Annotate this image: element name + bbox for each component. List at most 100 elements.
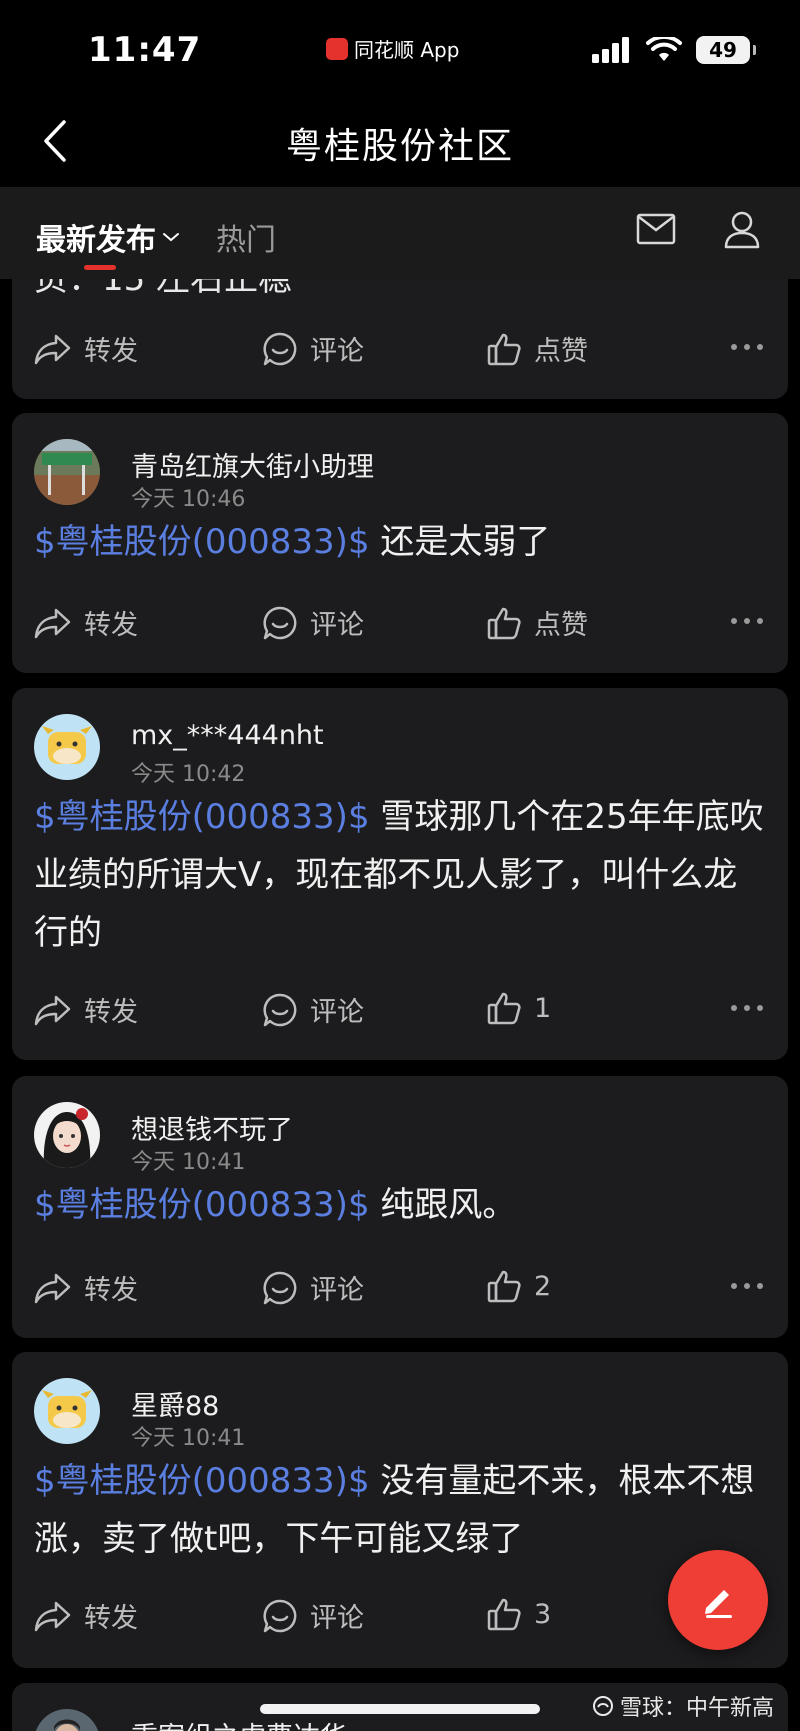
post-author-row[interactable]: 星爵88 今天 10:41 [34, 1378, 734, 1451]
avatar[interactable] [34, 1378, 100, 1444]
post-text: 还是太弱了 [369, 522, 551, 562]
post-card[interactable]: 贞：15 左右止稳 转发 评论 点赞 [12, 279, 788, 399]
profile-button[interactable] [722, 209, 766, 253]
post-body[interactable]: $粤桂股份(000833)$ 没有量起不来，根本不想涨，卖了做t吧，下午可能又绿… [34, 1452, 766, 1568]
post-body[interactable]: $粤桂股份(000833)$ 纯跟风。 [34, 1176, 766, 1234]
like-label: 点赞 [534, 336, 588, 367]
tab-bar: 最新发布 热门 [0, 187, 800, 279]
battery-indicator: 49 [696, 36, 756, 64]
author-name[interactable]: 重案组之虎曹达华 [131, 1715, 347, 1731]
tab-latest[interactable]: 最新发布 [36, 215, 180, 259]
stock-tag-link[interactable]: $粤桂股份(000833)$ [34, 522, 370, 562]
status-time: 11:47 [88, 30, 202, 70]
share-icon [34, 1273, 71, 1303]
more-icon[interactable] [730, 1004, 764, 1012]
more-icon[interactable] [730, 617, 764, 625]
post-body[interactable]: $粤桂股份(000833)$ 还是太弱了 [34, 513, 766, 571]
like-button[interactable]: 点赞 [486, 329, 588, 368]
more-icon[interactable] [730, 343, 764, 351]
post-card[interactable]: 青岛红旗大街小助理 今天 10:46 $粤桂股份(000833)$ 还是太弱了 … [12, 413, 788, 673]
author-name[interactable]: mx_***444nht [131, 720, 324, 751]
user-icon [724, 211, 760, 249]
stock-tag-link[interactable]: $粤桂股份(000833)$ [34, 1461, 370, 1501]
xueqiu-logo-icon [592, 1696, 613, 1716]
home-indicator[interactable] [260, 1704, 540, 1714]
like-button[interactable]: 点赞 [486, 603, 588, 642]
comment-button[interactable]: 评论 [262, 990, 364, 1029]
author-name[interactable]: 星爵88 [131, 1384, 219, 1423]
comment-label: 评论 [310, 997, 364, 1028]
comment-label: 评论 [310, 1275, 364, 1306]
post-actions: 转发 评论 2 [12, 1260, 788, 1316]
avatar[interactable] [34, 714, 100, 780]
like-button[interactable]: 2 [486, 1268, 551, 1304]
author-name[interactable]: 想退钱不玩了 [131, 1108, 293, 1147]
thumbs-up-icon [487, 1598, 521, 1631]
wifi-icon [646, 37, 682, 61]
tab-active-indicator [84, 265, 116, 270]
like-button[interactable]: 3 [486, 1596, 551, 1632]
post-author-row[interactable]: mx_***444nht 今天 10:42 [34, 714, 734, 787]
stock-tag-link[interactable]: $粤桂股份(000833)$ [34, 1185, 370, 1225]
post-time: 今天 10:42 [131, 762, 246, 787]
signal-icon [592, 37, 629, 63]
comment-button[interactable]: 评论 [262, 1268, 364, 1307]
post-body[interactable]: $粤桂股份(000833)$ 雪球那几个在25年年底吹业绩的所谓大V，现在都不见… [34, 788, 766, 962]
share-button[interactable]: 转发 [34, 1596, 138, 1635]
post-actions: 转发 评论 点赞 [12, 595, 788, 651]
post-card[interactable]: mx_***444nht 今天 10:42 $粤桂股份(000833)$ 雪球那… [12, 688, 788, 1060]
post-author-row[interactable]: 青岛红旗大街小助理 今天 10:46 [34, 439, 734, 512]
share-icon [34, 334, 71, 364]
stock-tag-link[interactable]: $粤桂股份(000833)$ [34, 797, 370, 837]
post-actions: 转发 评论 1 [12, 982, 788, 1038]
author-name[interactable]: 青岛红旗大街小助理 [131, 445, 374, 484]
thumbs-up-icon [487, 333, 521, 365]
share-button[interactable]: 转发 [34, 990, 138, 1029]
status-app-indicator[interactable]: 同花顺 App [326, 34, 459, 63]
share-button[interactable]: 转发 [34, 1268, 138, 1307]
comment-label: 评论 [310, 336, 364, 367]
comment-label: 评论 [310, 610, 364, 641]
edit-pencil-icon [705, 1590, 732, 1618]
post-author-row[interactable]: 想退钱不玩了 今天 10:41 [34, 1102, 734, 1175]
comment-button[interactable]: 评论 [262, 1596, 364, 1635]
thumbs-up-icon [487, 1270, 521, 1303]
comment-button[interactable]: 评论 [262, 603, 364, 642]
post-feed[interactable]: 贞：15 左右止稳 转发 评论 点赞 青岛红旗大街小助理 今天 10:46 $粤… [0, 279, 800, 1731]
share-label: 转发 [84, 1603, 138, 1634]
like-count: 点赞 [534, 610, 588, 641]
post-body-partial: 贞：15 左右止稳 [34, 279, 293, 299]
app-logo-icon [326, 37, 348, 60]
like-button[interactable]: 1 [486, 990, 551, 1026]
comment-icon [263, 993, 297, 1026]
watermark-text: 雪球：中午新高 [619, 1696, 774, 1721]
post-actions: 转发 评论 点赞 [12, 321, 788, 377]
share-button[interactable]: 转发 [34, 329, 138, 368]
watermark: 雪球：中午新高 [592, 1690, 774, 1722]
post-time: 今天 10:41 [131, 1426, 246, 1451]
nav-bar: 粤桂股份社区 [0, 95, 800, 187]
post-card[interactable]: 想退钱不玩了 今天 10:41 $粤桂股份(000833)$ 纯跟风。 转发 评… [12, 1076, 788, 1338]
battery-level: 49 [709, 38, 737, 62]
share-icon [34, 608, 71, 638]
avatar[interactable] [34, 1709, 100, 1731]
tab-hot[interactable]: 热门 [216, 215, 276, 259]
share-button[interactable]: 转发 [34, 603, 138, 642]
share-label: 转发 [84, 1275, 138, 1306]
avatar[interactable] [34, 1102, 100, 1168]
comment-button[interactable]: 评论 [262, 329, 364, 368]
messages-button[interactable] [636, 213, 680, 253]
post-time: 今天 10:41 [131, 1150, 246, 1175]
like-count: 2 [534, 1270, 552, 1302]
compose-post-button[interactable] [668, 1550, 768, 1650]
post-time: 今天 10:46 [131, 487, 246, 512]
post-text: 纯跟风。 [369, 1185, 517, 1225]
share-icon [34, 1601, 71, 1631]
status-bar: 11:47 同花顺 App 49 [0, 0, 800, 95]
chevron-down-icon [163, 233, 179, 242]
more-icon[interactable] [730, 1282, 764, 1290]
comment-icon [263, 1271, 297, 1304]
comment-icon [263, 606, 297, 639]
avatar[interactable] [34, 439, 100, 505]
status-app-name: 同花顺 App [354, 38, 460, 62]
